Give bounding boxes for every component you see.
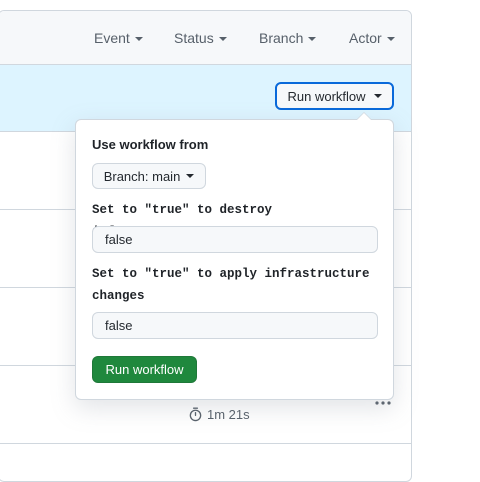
event-filter-label: Event <box>94 30 130 46</box>
chevron-down-icon <box>218 37 227 42</box>
chevron-down-icon <box>186 174 195 178</box>
apply-input-label: Set to "true" to apply infrastructure ch… <box>92 267 370 303</box>
use-workflow-from-heading: Use workflow from <box>92 137 209 152</box>
event-filter[interactable]: Event <box>94 30 143 46</box>
status-filter[interactable]: Status <box>174 30 227 46</box>
actor-filter[interactable]: Actor <box>349 30 395 46</box>
run-workflow-dropdown-button[interactable]: Run workflow <box>275 82 394 110</box>
popover-arrow <box>356 112 372 120</box>
run-workflow-submit-button[interactable]: Run workflow <box>92 356 197 383</box>
chevron-down-icon <box>386 37 395 42</box>
chevron-down-icon <box>373 94 382 98</box>
branch-filter[interactable]: Branch <box>259 30 317 46</box>
filter-bar: Event Status Branch Actor <box>0 11 411 65</box>
destroy-input[interactable] <box>92 226 378 253</box>
apply-input[interactable] <box>92 312 378 339</box>
stopwatch-icon <box>189 407 202 422</box>
chevron-down-icon <box>134 37 143 42</box>
branch-filter-label: Branch <box>259 30 304 46</box>
run-workflow-dropdown-label: Run workflow <box>287 88 366 104</box>
run-duration-text: 1m 21s <box>207 406 250 422</box>
run-duration: 1m 21s <box>188 406 250 422</box>
branch-select-button[interactable]: Branch: main <box>92 163 206 189</box>
status-filter-label: Status <box>174 30 214 46</box>
branch-select-label: Branch: main <box>103 168 181 184</box>
actor-filter-label: Actor <box>349 30 382 46</box>
workflow-dispatch-popover: Use workflow from Branch: main Set to "t… <box>75 112 394 400</box>
chevron-down-icon <box>308 37 317 42</box>
